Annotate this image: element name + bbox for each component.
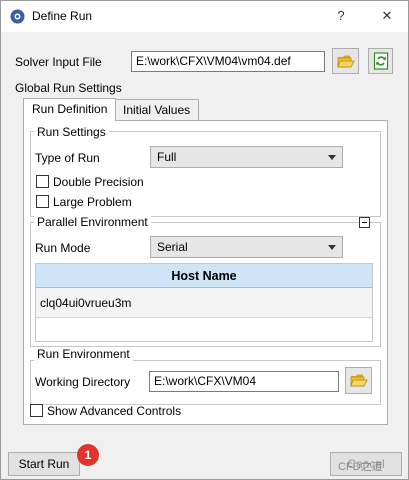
run-definition-panel: Run Settings Type of Run Full Double Pre… — [23, 120, 388, 425]
define-run-dialog: Define Run ? ✕ Solver Input File E:\work… — [0, 0, 409, 480]
collapse-icon[interactable] — [359, 217, 370, 228]
host-name-header[interactable]: Host Name — [36, 264, 372, 288]
watermark-text: CFD之道 — [338, 461, 383, 473]
gear-icon — [10, 9, 25, 24]
tab-run-definition[interactable]: Run Definition — [23, 98, 117, 121]
working-directory-label: Working Directory — [35, 375, 131, 389]
type-of-run-value: Full — [157, 150, 177, 164]
annotation-badge: 1 — [77, 444, 99, 466]
folder-open-icon — [336, 55, 355, 67]
type-of-run-label: Type of Run — [35, 151, 100, 165]
start-run-button[interactable]: Start Run — [8, 452, 80, 476]
run-mode-select[interactable]: Serial — [150, 236, 343, 258]
title-bar: Define Run ? ✕ — [1, 1, 408, 32]
folder-open-icon — [349, 374, 368, 387]
help-button[interactable]: ? — [325, 5, 357, 27]
reload-icon — [373, 52, 388, 70]
browse-directory-button[interactable] — [345, 367, 372, 394]
show-advanced-label: Show Advanced Controls — [47, 404, 182, 418]
table-row[interactable]: clq04ui0vrueu3m — [36, 288, 372, 318]
run-mode-label: Run Mode — [35, 241, 91, 255]
double-precision-checkbox[interactable] — [36, 175, 49, 188]
working-directory-field[interactable]: E:\work\CFX\VM04 — [149, 371, 339, 392]
type-of-run-select[interactable]: Full — [150, 146, 343, 168]
run-mode-value: Serial — [157, 240, 188, 254]
large-problem-checkbox[interactable] — [36, 195, 49, 208]
show-advanced-checkbox[interactable] — [30, 404, 43, 417]
window-title: Define Run — [32, 9, 93, 23]
run-settings-title: Run Settings — [34, 125, 109, 139]
solver-input-label: Solver Input File — [15, 55, 102, 69]
reload-button[interactable] — [368, 48, 393, 74]
double-precision-label: Double Precision — [53, 175, 144, 189]
parallel-environment-title: Parallel Environment — [34, 215, 151, 229]
solver-input-field[interactable]: E:\work\CFX\VM04\vm04.def — [131, 51, 325, 72]
tab-initial-values[interactable]: Initial Values — [114, 99, 200, 121]
chevron-down-icon — [328, 155, 336, 160]
large-problem-label: Large Problem — [53, 195, 132, 209]
global-run-settings-title: Global Run Settings — [15, 81, 122, 95]
run-environment-title: Run Environment — [34, 347, 133, 361]
host-table: Host Name clq04ui0vrueu3m — [35, 263, 373, 342]
close-button[interactable]: ✕ — [371, 5, 403, 27]
browse-file-button[interactable] — [332, 48, 359, 74]
chevron-down-icon — [328, 245, 336, 250]
